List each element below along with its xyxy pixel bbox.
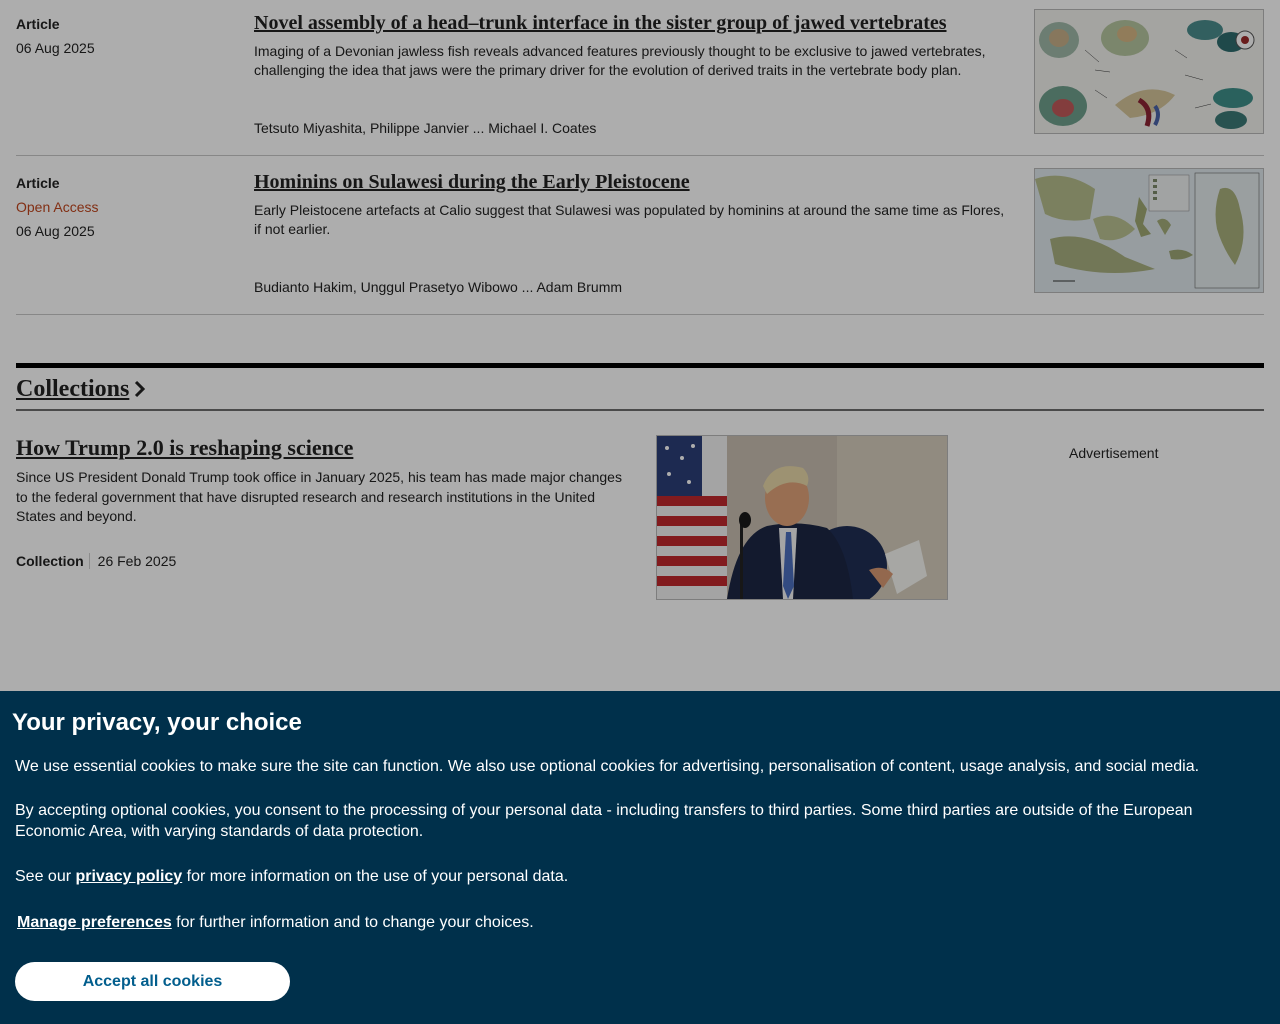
- manage-preferences-link[interactable]: Manage preferences: [17, 914, 172, 931]
- modal-backdrop: [0, 0, 1280, 691]
- cookie-banner-text-2: By accepting optional cookies, you conse…: [15, 802, 1193, 840]
- privacy-text-suffix: for more information on the use of your …: [182, 868, 569, 885]
- cookie-banner-heading: Your privacy, your choice: [12, 709, 302, 736]
- accept-all-cookies-button[interactable]: Accept all cookies: [15, 962, 290, 1001]
- cookie-banner-text-1: We use essential cookies to make sure th…: [15, 758, 1200, 775]
- page: Article 06 Aug 2025 Novel assembly of a …: [0, 0, 1280, 1024]
- cookie-banner-text-3: See our privacy policy for more informat…: [15, 866, 1215, 887]
- privacy-policy-link[interactable]: privacy policy: [75, 868, 182, 885]
- privacy-text-prefix: See our: [15, 868, 76, 885]
- cookie-consent-banner: Your privacy, your choice We use essenti…: [0, 691, 1280, 1024]
- cookie-banner-text-4: Manage preferences for further informati…: [17, 912, 1217, 933]
- manage-text-suffix: for further information and to change yo…: [171, 914, 534, 931]
